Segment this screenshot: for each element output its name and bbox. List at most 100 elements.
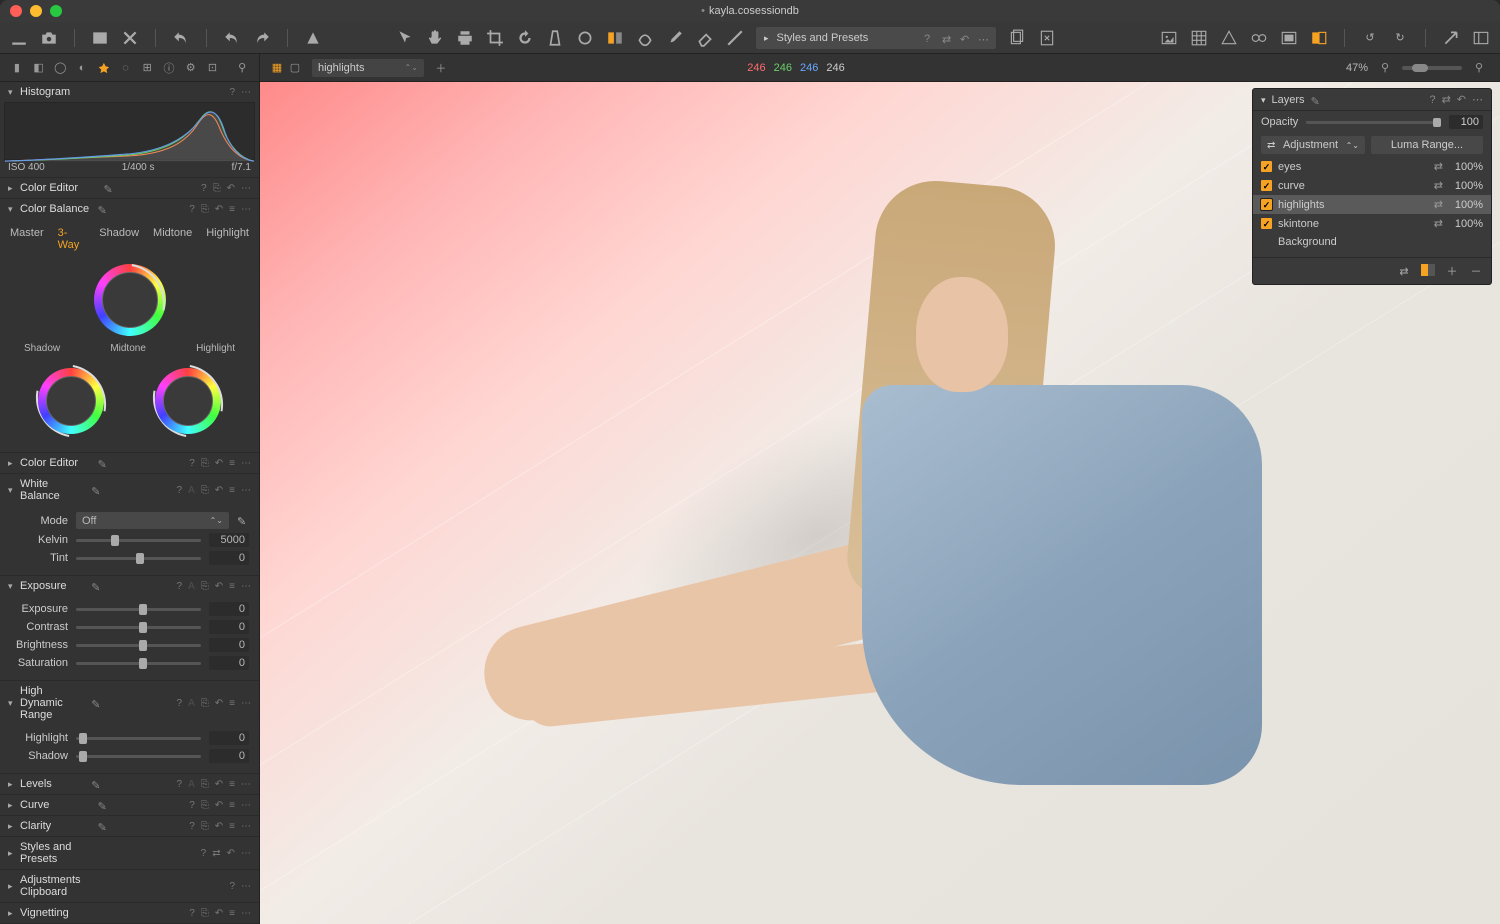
print-tool-icon[interactable] <box>456 29 474 47</box>
help-icon[interactable]: ? <box>229 87 235 98</box>
more-icon[interactable]: ⋯ <box>1472 93 1483 106</box>
help-icon[interactable]: ? <box>177 698 183 709</box>
exposure-header[interactable]: Exposure ✎ ?A⎘↶≡⋯ <box>0 576 259 596</box>
more-icon[interactable]: ⋯ <box>978 33 988 43</box>
panels-icon[interactable] <box>1472 29 1490 47</box>
brush-icon[interactable]: ✎ <box>91 698 101 708</box>
color-editor2-header[interactable]: Color Editor ✎ ?⎘↶≡⋯ <box>0 453 259 473</box>
expand-icon[interactable] <box>1442 29 1460 47</box>
param-value[interactable]: 0 <box>209 749 249 763</box>
import-icon[interactable] <box>10 29 28 47</box>
preset-icon[interactable]: ≡ <box>229 581 235 592</box>
reject-icon[interactable] <box>121 29 139 47</box>
image-viewer[interactable]: Layers ✎ ? ⇄ ↶ ⋯ Opacity 100 ⇄Adjustment… <box>260 82 1500 924</box>
crop-tool-icon[interactable] <box>486 29 504 47</box>
rotate-ccw-icon[interactable]: ↺ <box>1361 29 1379 47</box>
metadata-tab-icon[interactable]: ⓘ <box>162 61 176 75</box>
help-icon[interactable]: ? <box>924 33 934 43</box>
layer-type-select[interactable]: ⇄Adjustment⌃⌄ <box>1261 136 1365 154</box>
param-value[interactable]: 0 <box>209 731 249 745</box>
minimize-button[interactable] <box>30 5 42 17</box>
more-icon[interactable]: ⋯ <box>241 458 251 469</box>
styles-presets-bar[interactable]: Styles and Presets ? ⇄ ↶ ⋯ <box>756 27 996 49</box>
cull-icon[interactable] <box>91 29 109 47</box>
camera-icon[interactable] <box>40 29 58 47</box>
layer-visibility-checkbox[interactable] <box>1261 180 1272 191</box>
auto-icon[interactable]: A <box>188 485 195 496</box>
layer-visibility-checkbox[interactable] <box>1261 218 1272 229</box>
adjust-tab-icon[interactable]: ⊞ <box>140 61 154 75</box>
reset-icon[interactable]: ↶ <box>215 458 223 469</box>
preset-icon[interactable]: ≡ <box>229 204 235 215</box>
param-slider[interactable] <box>76 608 201 611</box>
layer-item[interactable]: eyes⇄100% <box>1253 157 1491 176</box>
color-editor-header[interactable]: Color Editor ✎ ?⎘↶⋯ <box>0 178 259 198</box>
close-button[interactable] <box>10 5 22 17</box>
help-icon[interactable]: ? <box>1429 94 1435 106</box>
layer-adjust-icon[interactable]: ⇄ <box>1434 217 1443 230</box>
zoom-slider[interactable] <box>1402 66 1462 70</box>
more-icon[interactable]: ⋯ <box>241 204 251 215</box>
more-icon[interactable]: ⋯ <box>241 183 251 194</box>
layer-visibility-checkbox[interactable] <box>1261 199 1272 210</box>
opacity-value[interactable]: 100 <box>1449 115 1483 129</box>
layer-adjust-icon[interactable]: ⇄ <box>1434 160 1443 173</box>
curve-header[interactable]: Curve✎?⎘↶≡⋯ <box>0 795 259 815</box>
spot-tool-icon[interactable] <box>576 29 594 47</box>
more-icon[interactable]: ⋯ <box>241 485 251 496</box>
layer-item[interactable]: skintone⇄100% <box>1253 214 1491 233</box>
white-balance-header[interactable]: White Balance ✎ ?A⎘↶≡⋯ <box>0 474 259 506</box>
zoom-loupe-icon[interactable]: ⚲ <box>1378 61 1392 75</box>
preset-icon[interactable]: ≡ <box>229 485 235 496</box>
param-slider[interactable] <box>76 626 201 629</box>
histogram-header[interactable]: Histogram ?⋯ <box>0 82 259 102</box>
cursor-tool-icon[interactable] <box>396 29 414 47</box>
focus-mask-icon[interactable] <box>1250 29 1268 47</box>
param-slider[interactable] <box>76 737 201 740</box>
paste-adjust-icon[interactable] <box>1038 29 1056 47</box>
hand-tool-icon[interactable] <box>426 29 444 47</box>
auto-icon[interactable]: A <box>188 581 195 592</box>
delete-layer-icon[interactable]: － <box>1469 264 1483 278</box>
param-value[interactable]: 0 <box>209 638 249 652</box>
single-view-icon[interactable]: ▢ <box>288 61 302 75</box>
add-layer-icon[interactable]: ＋ <box>434 61 448 75</box>
copy-icon[interactable]: ⎘ <box>213 183 221 194</box>
reset-icon[interactable]: ↶ <box>215 485 223 496</box>
tab-midtone[interactable]: Midtone <box>153 227 192 251</box>
background-layer[interactable]: Background <box>1253 233 1491 251</box>
wb-kelvin-value[interactable]: 5000 <box>209 533 249 547</box>
param-value[interactable]: 0 <box>209 656 249 670</box>
details-tab-icon[interactable]: ◌ <box>119 61 133 75</box>
reset-icon[interactable]: ↶ <box>215 581 223 592</box>
copy-icon[interactable]: ⎘ <box>201 458 209 469</box>
mask-view-icon[interactable] <box>1421 264 1435 276</box>
preset-icon[interactable]: ≡ <box>229 698 235 709</box>
help-icon[interactable]: ? <box>189 458 195 469</box>
tab-shadow[interactable]: Shadow <box>99 227 139 251</box>
reset-icon[interactable]: ↶ <box>215 204 223 215</box>
reset-icon[interactable]: ↶ <box>215 698 223 709</box>
compare-tool-icon[interactable] <box>606 29 624 47</box>
copy-icon[interactable]: ⎘ <box>201 698 209 709</box>
brush-icon[interactable]: ✎ <box>91 485 101 495</box>
brush-icon[interactable]: ✎ <box>104 183 114 193</box>
copy-icon[interactable]: ⎘ <box>201 204 209 215</box>
auto-icon[interactable]: A <box>188 698 195 709</box>
vignetting-header[interactable]: Vignetting?⎘↶≡⋯ <box>0 903 259 923</box>
param-value[interactable]: 0 <box>209 620 249 634</box>
adjustments-clipboard-header[interactable]: Adjustments Clipboard?⋯ <box>0 870 259 902</box>
brush-icon[interactable]: ✎ <box>98 821 108 831</box>
color-tab-icon[interactable]: ◐ <box>75 61 89 75</box>
library-tab-icon[interactable]: ▮ <box>10 61 24 75</box>
param-slider[interactable] <box>76 755 201 758</box>
proof-icon[interactable] <box>1280 29 1298 47</box>
edit-ext-icon[interactable] <box>1160 29 1178 47</box>
brush-icon[interactable]: ✎ <box>1311 95 1321 105</box>
layer-item[interactable]: curve⇄100% <box>1253 176 1491 195</box>
keystone-tool-icon[interactable] <box>546 29 564 47</box>
wb-kelvin-slider[interactable] <box>76 539 201 542</box>
link-icon[interactable]: ⇄ <box>1442 93 1451 106</box>
output-tab-icon[interactable]: ⚙ <box>184 61 198 75</box>
copy-icon[interactable]: ⎘ <box>201 485 209 496</box>
